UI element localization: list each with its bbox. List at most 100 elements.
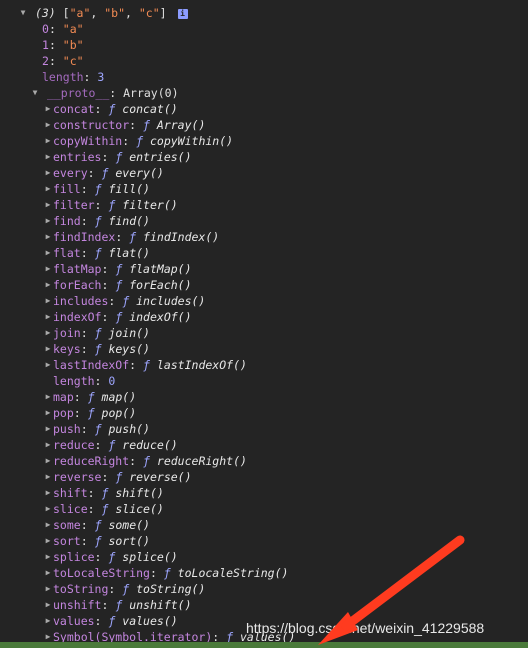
expand-right-icon[interactable]: ▶ — [43, 517, 53, 533]
expand-right-icon[interactable]: ▶ — [43, 277, 53, 293]
expand-right-icon[interactable]: ▶ — [43, 133, 53, 149]
proto-method-row[interactable]: ▶ entries: ƒ entries() — [43, 149, 192, 165]
entry-key: 2 — [42, 54, 49, 68]
colon: : — [73, 406, 88, 420]
expand-right-icon[interactable]: ▶ — [43, 437, 53, 453]
expand-right-icon[interactable]: ▶ — [43, 501, 53, 517]
proto-method-row[interactable]: ▶ lastIndexOf: ƒ lastIndexOf() — [43, 357, 247, 373]
expand-right-icon[interactable]: ▶ — [43, 341, 53, 357]
expand-right-icon[interactable]: ▶ — [43, 261, 53, 277]
expand-right-icon[interactable]: ▶ — [43, 549, 53, 565]
expand-right-icon[interactable]: ▶ — [43, 197, 53, 213]
proto-method-row[interactable]: ▶ reduceRight: ƒ reduceRight() — [43, 453, 247, 469]
expand-right-icon[interactable]: ▶ — [43, 245, 53, 261]
proto-method-row[interactable]: ▶ reverse: ƒ reverse() — [43, 469, 192, 485]
proto-method-row[interactable]: ▶ reduce: ƒ reduce() — [43, 437, 178, 453]
proto-method-row[interactable]: ▶ constructor: ƒ Array() — [43, 117, 206, 133]
expand-right-icon[interactable]: ▶ — [43, 181, 53, 197]
proto-method-row[interactable]: ▶ every: ƒ every() — [43, 165, 164, 181]
colon: : — [101, 310, 116, 324]
expand-right-icon[interactable]: ▶ — [43, 581, 53, 597]
expand-down-icon[interactable]: ▼ — [30, 85, 40, 101]
proto-value: Array(0) — [123, 86, 179, 100]
method-key: fill — [53, 182, 81, 196]
expand-right-icon[interactable]: ▶ — [43, 165, 53, 181]
entry-key: 1 — [42, 38, 49, 52]
expand-right-icon[interactable]: ▶ — [43, 485, 53, 501]
proto-method-row[interactable]: ▶ findIndex: ƒ findIndex() — [43, 229, 220, 245]
colon: : — [129, 118, 144, 132]
proto-method-row[interactable]: ▶ filter: ƒ filter() — [43, 197, 178, 213]
proto-method-row[interactable]: ▶ forEach: ƒ forEach() — [43, 277, 192, 293]
proto-method-row[interactable]: ▶ slice: ƒ slice() — [43, 501, 164, 517]
proto-method-row[interactable]: ▶ values: ƒ values() — [43, 613, 178, 629]
preview-item: "a" — [69, 6, 91, 20]
proto-method-row[interactable]: ▶ unshift: ƒ unshift() — [43, 597, 192, 613]
array-count: (3) — [34, 6, 56, 20]
proto-method-row[interactable]: ▶ shift: ƒ shift() — [43, 485, 164, 501]
colon: : — [87, 502, 102, 516]
expand-right-icon[interactable]: ▶ — [43, 565, 53, 581]
array-summary-row[interactable]: ▼ (3) ["a", "b", "c"] i — [18, 5, 188, 21]
method-signature: toString() — [136, 582, 206, 596]
expand-right-icon[interactable]: ▶ — [43, 469, 53, 485]
proto-method-row[interactable]: ▶ flat: ƒ flat() — [43, 245, 150, 261]
expand-right-icon[interactable]: ▶ — [43, 421, 53, 437]
proto-method-row[interactable]: ▶ toLocaleString: ƒ toLocaleString() — [43, 565, 289, 581]
expand-right-icon[interactable]: ▶ — [43, 293, 53, 309]
proto-method-row[interactable]: ▶ splice: ƒ splice() — [43, 549, 178, 565]
expand-right-icon[interactable]: ▶ — [43, 149, 53, 165]
proto-method-row[interactable]: ▶ fill: ƒ fill() — [43, 181, 150, 197]
method-signature: unshift() — [129, 598, 192, 612]
expand-right-icon[interactable]: ▶ — [43, 597, 53, 613]
colon: : — [94, 198, 109, 212]
proto-method-row[interactable]: ▶ map: ƒ map() — [43, 389, 137, 405]
method-signature: Array() — [156, 118, 206, 132]
proto-method-row[interactable]: ▶ keys: ƒ keys() — [43, 341, 150, 357]
expand-right-icon[interactable]: ▶ — [43, 405, 53, 421]
colon: : — [80, 326, 95, 340]
preview-sep: , — [125, 6, 139, 20]
expand-right-icon[interactable]: ▶ — [43, 213, 53, 229]
proto-method-row[interactable]: ▶ concat: ƒ concat() — [43, 101, 178, 117]
expand-right-icon[interactable]: ▶ — [43, 453, 53, 469]
colon: : — [109, 86, 124, 100]
expand-right-icon[interactable]: ▶ — [43, 117, 53, 133]
colon: : — [115, 230, 130, 244]
expand-right-icon[interactable]: ▶ — [43, 309, 53, 325]
expand-down-icon[interactable]: ▼ — [18, 5, 28, 21]
proto-method-row[interactable]: ▶ find: ƒ find() — [43, 213, 150, 229]
proto-method-row[interactable]: ▶ push: ƒ push() — [43, 421, 150, 437]
expand-right-icon[interactable]: ▶ — [43, 325, 53, 341]
expand-right-icon[interactable]: ▶ — [43, 229, 53, 245]
function-marker: ƒ — [163, 566, 171, 580]
method-key: unshift — [53, 598, 102, 612]
proto-method-row[interactable]: ▶ copyWithin: ƒ copyWithin() — [43, 133, 234, 149]
expand-right-icon[interactable]: ▶ — [43, 533, 53, 549]
proto-method-row[interactable]: ▶ includes: ƒ includes() — [43, 293, 206, 309]
preview-item: "c" — [138, 6, 160, 20]
colon: : — [129, 358, 144, 372]
expand-right-icon[interactable]: ▶ — [43, 389, 53, 405]
proto-method-row[interactable]: ▶ flatMap: ƒ flatMap() — [43, 261, 192, 277]
expand-right-icon[interactable]: ▶ — [43, 101, 53, 117]
proto-method-row[interactable]: ▶ pop: ƒ pop() — [43, 405, 137, 421]
method-signature: filter() — [122, 198, 178, 212]
info-icon[interactable]: i — [177, 8, 188, 19]
method-signature: some() — [108, 518, 150, 532]
proto-method-row[interactable]: ▶ indexOf: ƒ indexOf() — [43, 309, 192, 325]
method-signature: values() — [122, 614, 178, 628]
colon: : — [101, 598, 116, 612]
proto-method-row[interactable]: ▶ sort: ƒ sort() — [43, 533, 150, 549]
colon: : — [101, 278, 116, 292]
proto-row[interactable]: ▼ __proto__: Array(0) — [30, 85, 179, 101]
method-key: pop — [53, 406, 74, 420]
method-signature: entries() — [129, 150, 192, 164]
colon: : — [101, 262, 116, 276]
expand-right-icon[interactable]: ▶ — [43, 613, 53, 629]
colon: : — [48, 22, 63, 36]
proto-method-row[interactable]: ▶ join: ƒ join() — [43, 325, 150, 341]
proto-method-row[interactable]: ▶ some: ƒ some() — [43, 517, 150, 533]
expand-right-icon[interactable]: ▶ — [43, 357, 53, 373]
proto-method-row[interactable]: ▶ toString: ƒ toString() — [43, 581, 206, 597]
